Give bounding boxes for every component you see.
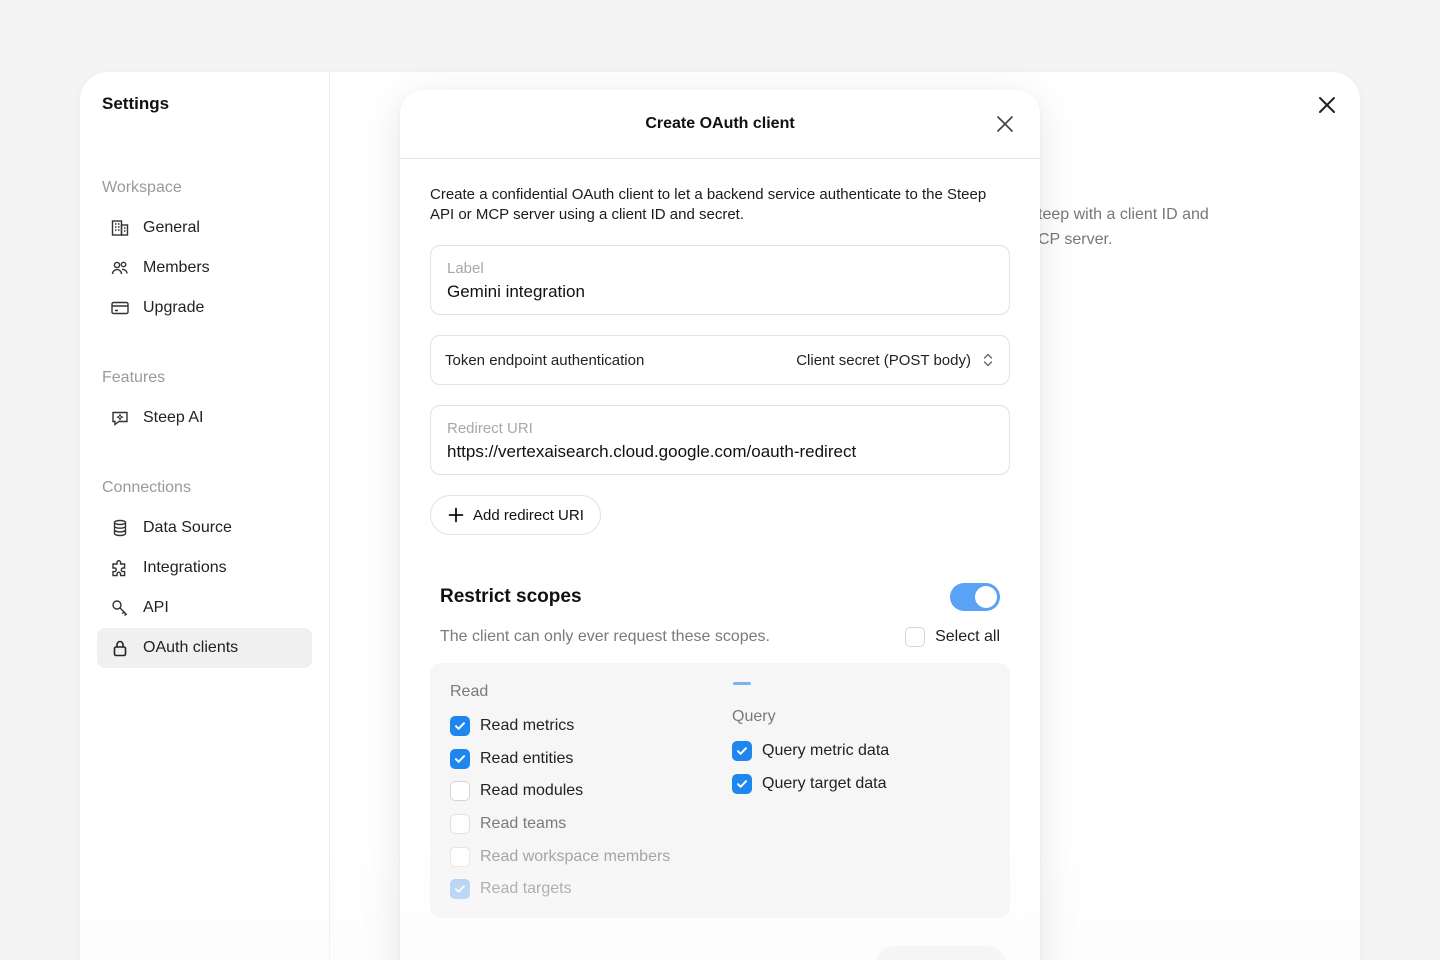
toggle-knob (975, 586, 997, 608)
label-field-label: Label (447, 260, 484, 277)
scope-label: Query target data (762, 774, 887, 792)
database-icon (109, 517, 131, 539)
settings-title: Settings (102, 94, 170, 113)
select-all-checkbox[interactable]: Select all (905, 627, 1000, 647)
checkbox-checked[interactable] (450, 879, 470, 900)
footer-button-partial[interactable] (875, 946, 1007, 960)
sidebar-item-label: OAuth clients (143, 639, 239, 656)
scope-group-label: Read (450, 683, 489, 700)
select-all-label: Select all (935, 628, 1000, 645)
credit-card-icon (109, 297, 131, 319)
scope-read-targets[interactable]: Read targets (450, 873, 670, 906)
redirect-uri-field[interactable]: Redirect URI https://vertexaisearch.clou… (430, 405, 1010, 475)
scope-read-modules[interactable]: Read modules (450, 775, 670, 808)
sidebar-item-label: Members (143, 259, 210, 276)
restrict-scopes-toggle[interactable] (950, 583, 1000, 611)
checkbox-checked[interactable] (450, 716, 470, 737)
checkbox-checked[interactable] (732, 773, 752, 794)
token-auth-label: Token endpoint authentication (445, 351, 645, 369)
restrict-scopes-description: The client can only ever request these s… (440, 628, 770, 645)
restrict-scopes-header: Restrict scopes (430, 583, 1010, 611)
chat-sparkle-icon (109, 407, 131, 429)
background-description: teep with a client ID and CP server. (1038, 206, 1209, 248)
dialog-header: Create OAuth client (400, 90, 1040, 159)
add-redirect-uri-label: Add redirect URI (473, 506, 584, 524)
scope-read-teams[interactable]: Read teams (450, 808, 670, 841)
close-icon[interactable] (995, 114, 1015, 134)
checkbox-checked[interactable] (732, 741, 752, 762)
members-icon (109, 257, 131, 279)
add-redirect-uri-button[interactable]: Add redirect URI (430, 495, 601, 535)
scope-group-query: Query Query metric data Query target dat… (732, 708, 889, 800)
chevron-up-down-icon (981, 352, 995, 368)
sidebar-item-label: Upgrade (143, 299, 205, 316)
sidebar-item-label: Data Source (143, 519, 232, 536)
scope-label: Read entities (480, 749, 574, 767)
sidebar-item-label: API (143, 599, 169, 616)
api-key-icon (109, 597, 131, 619)
restrict-scopes-subheader: The client can only ever request these s… (430, 627, 1010, 647)
sidebar-item-data-source[interactable]: Data Source (97, 508, 312, 548)
scope-read-entities[interactable]: Read entities (450, 743, 670, 776)
checkbox[interactable] (905, 627, 926, 647)
building-icon (109, 217, 131, 239)
lock-icon (109, 637, 131, 659)
plus-icon (447, 506, 465, 524)
sidebar-item-label: Integrations (143, 559, 227, 576)
create-oauth-client-dialog: Create OAuth client Create a confidentia… (400, 90, 1040, 960)
settings-sidebar: Settings Workspace General Members Upgra… (80, 72, 330, 960)
dialog-body: Create a confidential OAuth client to le… (400, 159, 1040, 918)
checkbox[interactable] (450, 781, 470, 802)
sidebar-item-upgrade[interactable]: Upgrade (97, 288, 312, 328)
scope-group-read: Read Read metrics Read entities Read mod… (450, 683, 670, 906)
scope-query-metric-data[interactable]: Query metric data (732, 735, 889, 768)
scope-label: Read teams (480, 815, 567, 833)
sidebar-item-label: Steep AI (143, 409, 204, 426)
scopes-list: Read Read metrics Read entities Read mod… (430, 663, 1010, 918)
sidebar-item-members[interactable]: Members (97, 248, 312, 288)
sidebar-item-oauth-clients[interactable]: OAuth clients (97, 628, 312, 668)
checkbox[interactable] (450, 846, 470, 867)
section-label-connections: Connections (102, 479, 191, 496)
section-label-workspace: Workspace (102, 179, 182, 196)
scope-label: Read modules (480, 782, 584, 800)
checkbox-checked[interactable] (450, 748, 470, 769)
sidebar-item-general[interactable]: General (97, 208, 312, 248)
scope-label: Read workspace members (480, 847, 671, 865)
scroll-indicator (733, 682, 751, 685)
redirect-uri-label: Redirect URI (447, 420, 533, 437)
label-field-value[interactable]: Gemini integration (447, 279, 993, 305)
token-auth-value[interactable]: Client secret (POST body) (796, 352, 971, 369)
scope-label: Query metric data (762, 742, 890, 760)
sidebar-item-integrations[interactable]: Integrations (97, 548, 312, 588)
scope-label: Read targets (480, 880, 572, 898)
scope-read-workspace-members[interactable]: Read workspace members (450, 840, 670, 873)
restrict-scopes-title: Restrict scopes (440, 586, 582, 607)
token-auth-select[interactable]: Token endpoint authentication Client sec… (430, 335, 1010, 385)
redirect-uri-value[interactable]: https://vertexaisearch.cloud.google.com/… (447, 439, 993, 465)
section-label-features: Features (102, 369, 166, 386)
sidebar-item-label: General (143, 219, 200, 236)
sidebar-item-steep-ai[interactable]: Steep AI (97, 398, 312, 438)
scope-read-metrics[interactable]: Read metrics (450, 710, 670, 743)
label-field[interactable]: Label Gemini integration (430, 245, 1010, 315)
scope-query-target-data[interactable]: Query target data (732, 768, 889, 801)
sidebar-item-api[interactable]: API (97, 588, 312, 628)
dialog-intro: Create a confidential OAuth client to le… (430, 186, 987, 223)
scope-group-label: Query (732, 708, 776, 725)
scope-label: Read metrics (480, 717, 575, 735)
puzzle-icon (109, 557, 131, 579)
dialog-title: Create OAuth client (645, 115, 795, 132)
close-icon[interactable] (1316, 94, 1338, 116)
checkbox[interactable] (450, 814, 470, 835)
